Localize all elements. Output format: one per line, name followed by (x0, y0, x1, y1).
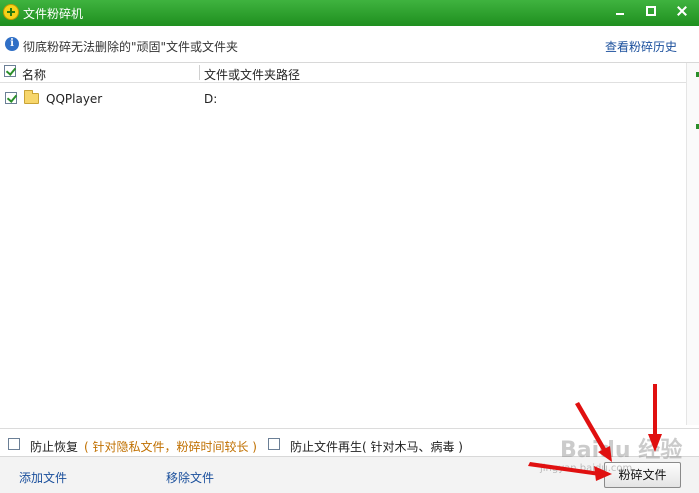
annotation-arrows (528, 384, 662, 481)
arrow-top-left (575, 402, 608, 454)
arrow-top-right-head (648, 434, 662, 452)
arrow-left (528, 462, 600, 476)
arrow-top-right (653, 384, 657, 438)
arrow-left-head (594, 466, 612, 481)
